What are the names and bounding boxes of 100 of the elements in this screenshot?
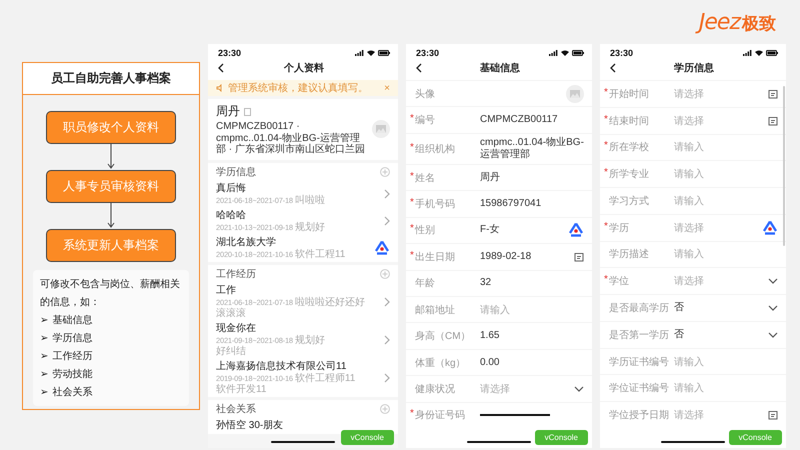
field-value[interactable]: 否 [674, 302, 684, 314]
required-mark: * [604, 114, 608, 125]
field-label: 年龄 [415, 276, 435, 290]
chevron-right-icon[interactable] [384, 189, 390, 199]
field-value[interactable]: 32 [480, 277, 492, 290]
field-label: 学历证书编号 [609, 356, 669, 369]
page-title: 个人资料 [284, 62, 324, 75]
chevron-right-icon[interactable] [384, 372, 390, 382]
item-note: 软件工程11 [294, 248, 346, 260]
status-time: 23:30 [218, 48, 242, 58]
field-label: 姓名 [415, 172, 435, 185]
flow-step: 职员修改个人资料 [46, 111, 176, 144]
chevron-down-icon[interactable] [768, 278, 778, 284]
required-mark: * [604, 220, 608, 232]
chevron-right-icon[interactable] [384, 216, 390, 226]
field-value[interactable]: 1.65 [480, 330, 500, 342]
field-label: 健康状况 [415, 382, 455, 396]
floating-badge-icon[interactable] [568, 222, 584, 238]
chevron-down-icon[interactable] [574, 386, 584, 392]
field-value[interactable]: 否 [674, 328, 684, 341]
calendar-icon[interactable] [768, 116, 778, 126]
chevron-down-icon[interactable] [768, 305, 778, 311]
field-label: 学位授予日期 [609, 408, 669, 422]
field-label: 是否第一学历 [609, 328, 669, 342]
required-mark: * [604, 140, 608, 152]
notice-text: 管理系统审核，建议认真填写。 [228, 82, 368, 95]
chevron-right-icon[interactable] [384, 334, 390, 344]
bullet-text: 工作经历 [52, 350, 92, 364]
section-title: 工作经历 [216, 268, 256, 280]
item-title[interactable]: 上海嘉扬信息技术有限公司11 [216, 360, 346, 372]
note-text: 可修改不包含与岗位、薪酬相关的信息，如： [40, 278, 181, 310]
down-arrow [107, 144, 115, 170]
field-value[interactable]: F-女 [480, 224, 500, 236]
home-indicator [467, 441, 531, 443]
floating-badge-icon[interactable] [374, 240, 390, 256]
status-time: 23:30 [610, 48, 634, 58]
flow-step: 系统更新人事档案 [46, 229, 176, 262]
item-extra: 软件开发11 [216, 384, 266, 394]
item-note: 啦啦啦还好还好 [294, 296, 365, 308]
bullet-marker: ➢ [40, 350, 48, 364]
calendar-icon[interactable] [768, 88, 778, 99]
item-title[interactable]: 孙悟空 30-朋友 [216, 420, 284, 432]
required-mark: * [604, 167, 608, 178]
required-mark: * [604, 274, 608, 286]
bullet-marker: ➢ [40, 386, 48, 400]
signal-icon [743, 50, 752, 56]
item-title[interactable]: 湖北名族大学 [216, 236, 276, 248]
calendar-icon[interactable] [768, 410, 778, 420]
field-value[interactable]: 周丹 [480, 172, 500, 184]
signal-icon [549, 50, 558, 56]
section-title: 学历信息 [216, 166, 256, 178]
battery-icon [766, 50, 778, 56]
field-value[interactable]: 1989-02-18 [480, 250, 532, 263]
field-label: 手机号码 [415, 198, 455, 211]
person-details: CMPMCZB00117 · cmpmc..01.04-物业BG-运营管理部 · 广东省深圳市南山区蛇口兰园 [216, 121, 366, 156]
speaker-icon [216, 84, 224, 92]
bullet-text: 学历信息 [52, 332, 92, 346]
field-value[interactable]: 15986797041 [480, 198, 542, 210]
item-extra: 滚滚滚 [216, 308, 246, 318]
floating-badge-icon[interactable] [762, 220, 778, 236]
back-icon[interactable] [610, 63, 616, 73]
bullet-text: 劳动技能 [52, 368, 92, 382]
field-label: 结束时间 [609, 114, 649, 128]
home-indicator [661, 441, 725, 443]
item-title[interactable]: 哈哈哈 [216, 210, 246, 222]
field-label: 所在学校 [609, 140, 649, 154]
calendar-icon[interactable] [574, 252, 584, 262]
scrollbar[interactable] [783, 86, 785, 246]
bullet-marker: ➢ [40, 314, 48, 328]
field-label: 学位证书编号 [609, 382, 669, 396]
field-label: 是否最高学历 [609, 302, 669, 315]
field-label: 身份证号码 [415, 409, 465, 422]
panel-title: 员工自助完善人事档案 [23, 63, 199, 95]
down-arrow [107, 203, 115, 229]
wifi-icon [367, 50, 375, 56]
back-icon[interactable] [416, 63, 422, 73]
bullet-text: 社会关系 [52, 386, 92, 400]
item-title[interactable]: 工作 [216, 284, 236, 296]
item-extra: 好纠结 [216, 346, 246, 356]
field-label: 体重（kg） [415, 356, 466, 370]
field-label: 性别 [415, 224, 435, 238]
required-mark: * [410, 142, 414, 153]
bullet-marker: ➢ [40, 332, 48, 346]
item-note: 软件工程师11 [294, 372, 356, 384]
field-value[interactable]: cmpmc..01.04-物业BG-运营管理部 [480, 136, 584, 161]
field-label: 出生日期 [415, 250, 455, 264]
item-title[interactable]: 真后悔 [216, 182, 246, 194]
status-time: 23:30 [416, 48, 440, 58]
required-mark: * [604, 86, 608, 98]
field-label: 身高（CM） [415, 330, 471, 344]
field-label: 编号 [415, 114, 435, 128]
battery-icon [572, 50, 584, 56]
field-value[interactable]: 0.00 [480, 356, 500, 368]
page-title: 基础信息 [480, 62, 520, 75]
chevron-right-icon[interactable] [384, 296, 390, 306]
chevron-down-icon[interactable] [768, 332, 778, 338]
item-title[interactable]: 现金你在 [216, 322, 256, 334]
field-value[interactable]: CMPMCZB00117 [480, 114, 558, 126]
back-icon[interactable] [218, 63, 224, 73]
field-label: 邮箱地址 [415, 304, 455, 317]
